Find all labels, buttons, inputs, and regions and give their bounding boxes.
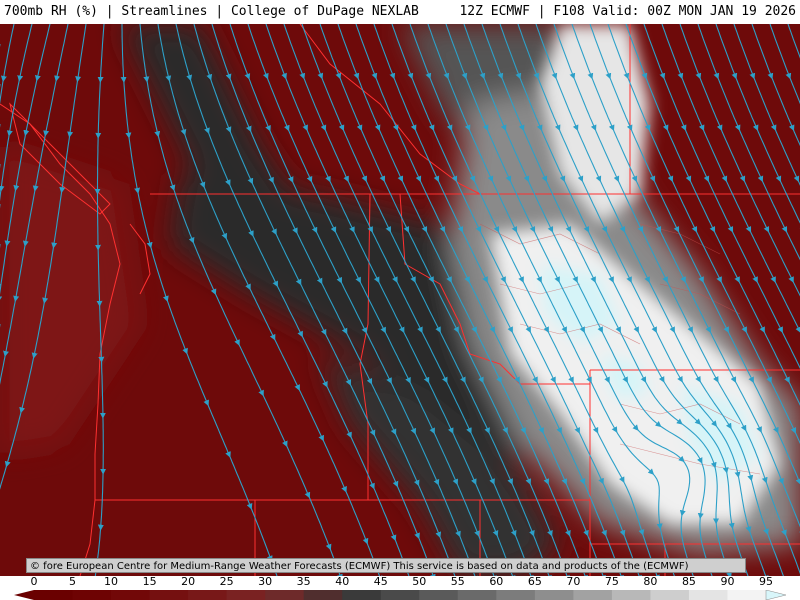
colorbar-swatch: [226, 590, 266, 600]
colorbar-tick-label: 40: [335, 575, 350, 588]
colorbar-swatch: [573, 590, 613, 600]
colorbar-tick-label: 10: [104, 575, 119, 588]
colorbar-tick-label: 80: [643, 575, 658, 588]
colorbar-swatch: [727, 590, 767, 600]
colorbar-swatch: [534, 590, 574, 600]
colorbar-swatch: [34, 590, 74, 600]
colorbar-swatch: [650, 590, 690, 600]
colorbar-tick-label: 70: [566, 575, 581, 588]
title-bar: 700mb RH (%) | Streamlines | College of …: [0, 0, 800, 24]
colorbar-tick-label: 15: [142, 575, 157, 588]
colorbar-tick-label: 55: [450, 575, 465, 588]
colorbar-swatch: [303, 590, 343, 600]
colorbar-tick-label: 25: [219, 575, 234, 588]
colorbar-tick-label: 30: [258, 575, 273, 588]
colorbar-swatch: [419, 590, 459, 600]
rh-colorbar: 0 5 10 15 20 25 30 35 40 45 50 55 60 65 70 75 80 85 90 95: [0, 576, 800, 600]
colorbar-swatch: [265, 590, 305, 600]
colorbar-strip: [14, 590, 787, 600]
colorbar-left-arrow: [14, 590, 34, 600]
colorbar-swatch: [688, 590, 728, 600]
colorbar-tick-label: 60: [489, 575, 504, 588]
product-title: 700mb RH (%) | Streamlines | College of …: [4, 4, 419, 19]
colorbar-tick-label: 95: [759, 575, 773, 588]
colorbar-swatch: [496, 590, 536, 600]
colorbar-swatch: [149, 590, 189, 600]
colorbar-swatch: [111, 590, 151, 600]
colorbar-tick-label: 85: [681, 575, 696, 588]
colorbar-tick-label: 20: [181, 575, 196, 588]
rh-streamline-map: [0, 24, 800, 576]
colorbar-tick-label: 35: [296, 575, 311, 588]
colorbar-swatch: [188, 590, 228, 600]
colorbar-tick-label: 45: [373, 575, 388, 588]
colorbar-swatch: [457, 590, 497, 600]
weather-map-window: 700mb RH (%) | Streamlines | College of …: [0, 0, 800, 600]
streamline: [95, 191, 102, 251]
colorbar-tick-label: 0: [30, 575, 38, 588]
credit-banner: © fore European Centre for Medium-Range …: [26, 558, 746, 573]
colorbar-tick-label: 65: [527, 575, 542, 588]
colorbar-tick-label: 5: [69, 575, 77, 588]
colorbar-swatch: [72, 590, 112, 600]
colorbar-swatch: [342, 590, 382, 600]
colorbar-tick-label: 90: [720, 575, 735, 588]
colorbar-tick-label: 75: [604, 575, 619, 588]
colorbar-right-arrow: [765, 590, 787, 600]
valid-time-title: 12Z ECMWF | F108 Valid: 00Z MON JAN 19 2…: [459, 4, 796, 19]
colorbar-swatch: [380, 590, 420, 600]
colorbar-swatch: [611, 590, 651, 600]
colorbar-tick-label: 50: [412, 575, 427, 588]
